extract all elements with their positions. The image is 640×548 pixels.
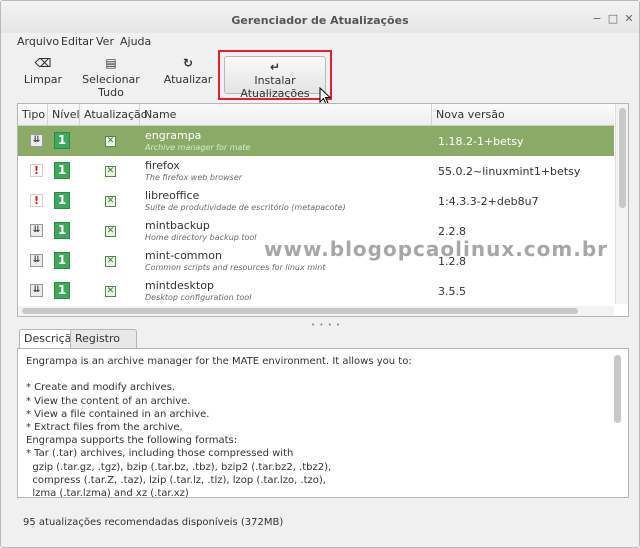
update-checkbox[interactable]: ✕ [105,286,116,297]
column-tipo[interactable]: Tipo [18,104,48,126]
minimize-button[interactable]: − [591,13,603,25]
description-line: * Create and modify archives. [26,382,176,394]
level-badge: 1 [54,162,70,179]
list-vertical-scroll-thumb[interactable] [619,108,626,208]
package-version: 1:4.3.3-2+deb8u7 [438,195,539,208]
package-update-icon: ⇊ [30,254,43,267]
level-badge: 1 [54,132,70,149]
update-row[interactable]: ! 1 ✕ firefox The firefox web browser 55… [18,156,614,186]
security-update-icon: ! [30,194,43,207]
select-all-label: Selecionar Tudo [82,73,140,99]
description-scrollbar[interactable] [612,351,624,495]
select-all-button[interactable]: ▤ Selecionar Tudo [71,55,151,99]
update-checkbox[interactable]: ✕ [105,256,116,267]
status-bar-text: 95 atualizações recomendadas disponíveis… [23,517,284,528]
package-description: Common scripts and resources for linux m… [145,263,326,272]
description-line: lzma (.tar.lzma) and xz (.tar.xz) [26,487,189,498]
install-icon: ↵ [269,60,281,74]
package-description: Archive manager for mate [145,143,251,152]
package-version: 55.0.2~linuxmint1+betsy [438,165,581,178]
package-description: The firefox web browser [145,173,243,182]
clear-icon: ⌫ [34,56,52,70]
level-badge: 1 [54,222,70,239]
list-horizontal-scrollbar[interactable] [18,306,614,316]
watermark: www.blogopcaolinux.com.br [264,237,609,261]
clear-label: Limpar [23,73,63,86]
package-description: Home directory backup tool [145,233,257,242]
updates-list[interactable]: Tipo Nível Atualização Name Nova versão … [17,103,629,317]
package-version: 1.18.2-1+betsy [438,135,524,148]
update-row[interactable]: ⇊ 1 ✕ engrampa Archive manager for mate … [18,126,614,156]
package-name: mintdesktop [145,279,214,292]
update-row[interactable]: ! 1 ✕ libreoffice Suite de produtividade… [18,186,614,216]
update-checkbox[interactable]: ✕ [105,136,116,147]
package-update-icon: ⇊ [30,224,43,237]
tab-registro-alteracoes[interactable]: Registro de alterações [70,329,138,381]
description-line: gzip (.tar.gz, .tgz), bzip (.tar.bz, .tb… [26,461,332,473]
menu-arquivo[interactable]: Arquivo [17,35,59,48]
description-line: compress (.tar.Z, .taz), lzip (.tar.lz, … [26,474,326,486]
description-line [26,368,606,381]
package-version: 3.5.5 [438,285,466,298]
update-manager-window: Gerenciador de Atualizações − □ ✕ Arquiv… [0,0,640,548]
level-badge: 1 [54,192,70,209]
title-bar[interactable]: Gerenciador de Atualizações − □ ✕ [1,1,639,33]
package-name: mint-common [145,249,222,262]
security-update-icon: ! [30,164,43,177]
column-name[interactable]: Name [140,104,432,126]
menu-bar: Arquivo Editar Ver Ajuda [1,33,639,49]
column-atualizacao[interactable]: Atualização [80,104,148,126]
package-name: engrampa [145,129,202,142]
description-line: Engrampa supports the following formats: [26,435,238,447]
install-label: Instalar Atualizações [240,74,310,100]
maximize-button[interactable]: □ [607,13,619,25]
description-panel[interactable]: Engrampa is an archive manager for the M… [17,348,629,498]
description-scroll-thumb[interactable] [614,355,621,423]
description-line: Engrampa is an archive manager for the M… [26,356,412,367]
package-description: Desktop configuration tool [145,293,252,302]
list-horizontal-scroll-thumb[interactable] [22,308,578,314]
column-nova-versao[interactable]: Nova versão [432,104,614,126]
refresh-button[interactable]: ↻ Atualizar [163,55,213,95]
column-nivel[interactable]: Nível [48,104,80,126]
menu-editar[interactable]: Editar [61,35,94,48]
package-name: mintbackup [145,219,210,232]
update-checkbox[interactable]: ✕ [105,196,116,207]
level-badge: 1 [54,252,70,269]
description-line: * View the content of an archive. [26,395,191,407]
update-checkbox[interactable]: ✕ [105,226,116,237]
package-name: libreoffice [145,189,200,202]
menu-ver[interactable]: Ver [96,35,114,48]
select-all-icon: ▤ [105,56,117,70]
install-updates-button[interactable]: ↵ Instalar Atualizações [224,56,326,100]
package-description: Suite de produtividade de escritório (me… [145,203,346,212]
list-vertical-scrollbar[interactable] [615,104,628,304]
description-line: * Extract files from the archive. [26,421,183,433]
level-badge: 1 [54,282,70,299]
package-update-icon: ⇊ [30,284,43,297]
menu-ajuda[interactable]: Ajuda [120,35,151,48]
description-line: * View a file contained in an archive. [26,408,210,420]
refresh-icon: ↻ [182,56,194,70]
update-checkbox[interactable]: ✕ [105,166,116,177]
update-rows: ⇊ 1 ✕ engrampa Archive manager for mate … [18,126,614,306]
window-title: Gerenciador de Atualizações [231,14,409,27]
package-name: firefox [145,159,180,172]
update-row[interactable]: ⇊ 1 ✕ mintdesktop Desktop configuration … [18,276,614,306]
close-button[interactable]: ✕ [623,13,635,25]
package-update-icon: ⇊ [30,134,43,147]
refresh-label: Atualizar [163,73,213,86]
pane-resize-grip[interactable]: • • • • [311,321,341,329]
description-line: * Tar (.tar) archives, including those c… [26,448,294,460]
description-text: Engrampa is an archive manager for the M… [26,355,606,498]
list-header: Tipo Nível Atualização Name Nova versão [18,104,614,126]
clear-button[interactable]: ⌫ Limpar [19,55,67,95]
install-highlight: ↵ Instalar Atualizações [218,50,332,100]
